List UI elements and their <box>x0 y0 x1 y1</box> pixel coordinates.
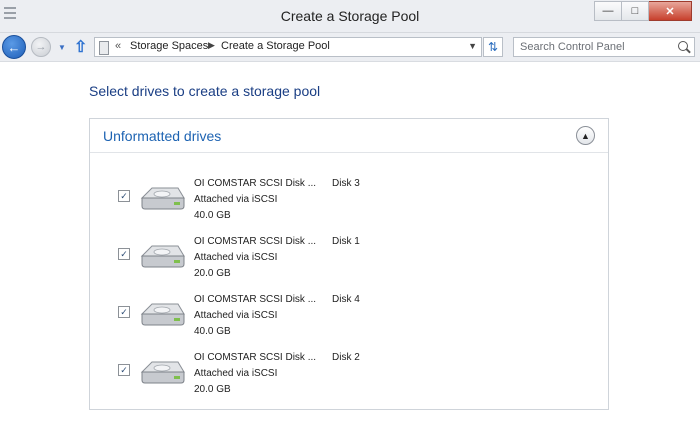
drive-disk-number: Disk 3 <box>332 178 360 189</box>
drive-size: 40.0 GB <box>194 210 231 221</box>
drive-name: OI COMSTAR SCSI Disk ... <box>194 294 317 305</box>
drive-item: ✓ OI COMSTAR SCSI Disk ... Disk 3 Attach… <box>118 178 538 228</box>
drive-disk-number: Disk 1 <box>332 236 360 247</box>
collapse-button[interactable]: ▲ <box>576 126 595 145</box>
chevron-down-icon: ▼ <box>58 43 66 52</box>
window: Create a Storage Pool — □ ✕ ← → ▼ ⇧ « St… <box>0 0 700 422</box>
drive-checkbox[interactable]: ✓ <box>118 364 130 376</box>
address-dropdown-icon[interactable]: ▼ <box>468 41 477 51</box>
panel-header: Unformatted drives ▲ <box>90 119 608 153</box>
breadcrumb-separator-icon[interactable]: ▶ <box>208 40 215 51</box>
drive-name: OI COMSTAR SCSI Disk ... <box>194 178 317 189</box>
breadcrumb-storage-spaces[interactable]: Storage Spaces <box>130 40 208 52</box>
chevron-up-icon: ▲ <box>581 130 590 141</box>
search-box[interactable] <box>513 37 695 57</box>
hard-disk-icon <box>140 303 185 326</box>
refresh-button[interactable]: ⇅ <box>483 37 503 57</box>
up-button[interactable]: ⇧ <box>74 37 87 57</box>
drive-connection: Attached via iSCSI <box>194 252 278 263</box>
drive-connection: Attached via iSCSI <box>194 310 278 321</box>
window-controls: — □ ✕ <box>594 1 692 21</box>
drive-connection: Attached via iSCSI <box>194 368 278 379</box>
panel-title: Unformatted drives <box>103 128 222 144</box>
drive-item: ✓ OI COMSTAR SCSI Disk ... Disk 1 Attach… <box>118 236 538 286</box>
drive-checkbox[interactable]: ✓ <box>118 248 130 260</box>
close-icon: ✕ <box>665 5 675 18</box>
back-button[interactable]: ← <box>2 35 26 59</box>
minimize-icon: — <box>602 5 614 17</box>
title-bar: Create a Storage Pool — □ ✕ <box>0 0 700 33</box>
drive-size: 20.0 GB <box>194 268 231 279</box>
minimize-button[interactable]: — <box>594 1 622 21</box>
maximize-button[interactable]: □ <box>622 1 649 21</box>
address-bar[interactable]: « Storage Spaces ▶ Create a Storage Pool… <box>94 37 482 57</box>
drive-size: 40.0 GB <box>194 326 231 337</box>
arrow-right-icon: → <box>35 41 47 53</box>
close-button[interactable]: ✕ <box>649 1 692 21</box>
magnifier-icon[interactable] <box>678 41 688 51</box>
page-heading: Select drives to create a storage pool <box>89 83 321 99</box>
hard-disk-icon <box>140 187 185 210</box>
navigation-bar: ← → ▼ ⇧ « Storage Spaces ▶ Create a Stor… <box>0 33 700 62</box>
drive-checkbox[interactable]: ✓ <box>118 190 130 202</box>
breadcrumb-create-storage-pool[interactable]: Create a Storage Pool <box>221 40 330 52</box>
drive-size: 20.0 GB <box>194 384 231 395</box>
arrow-up-icon: ⇧ <box>74 39 88 56</box>
drive-name: OI COMSTAR SCSI Disk ... <box>194 236 317 247</box>
hard-disk-icon <box>140 361 185 384</box>
drive-connection: Attached via iSCSI <box>194 194 278 205</box>
drive-item: ✓ OI COMSTAR SCSI Disk ... Disk 2 Attach… <box>118 352 538 402</box>
drive-disk-number: Disk 4 <box>332 294 360 305</box>
control-panel-icon <box>99 41 109 55</box>
refresh-icon: ⇅ <box>487 40 499 54</box>
breadcrumb-prefix[interactable]: « <box>115 40 121 52</box>
forward-button[interactable]: → <box>31 37 51 57</box>
hard-disk-icon <box>140 245 185 268</box>
drive-disk-number: Disk 2 <box>332 352 360 363</box>
drive-name: OI COMSTAR SCSI Disk ... <box>194 352 317 363</box>
drive-checkbox[interactable]: ✓ <box>118 306 130 318</box>
recent-pages-dropdown[interactable]: ▼ <box>58 43 66 52</box>
drive-item: ✓ OI COMSTAR SCSI Disk ... Disk 4 Attach… <box>118 294 538 344</box>
search-input[interactable] <box>520 40 660 53</box>
arrow-left-icon: ← <box>7 39 21 55</box>
maximize-icon: □ <box>631 5 639 17</box>
